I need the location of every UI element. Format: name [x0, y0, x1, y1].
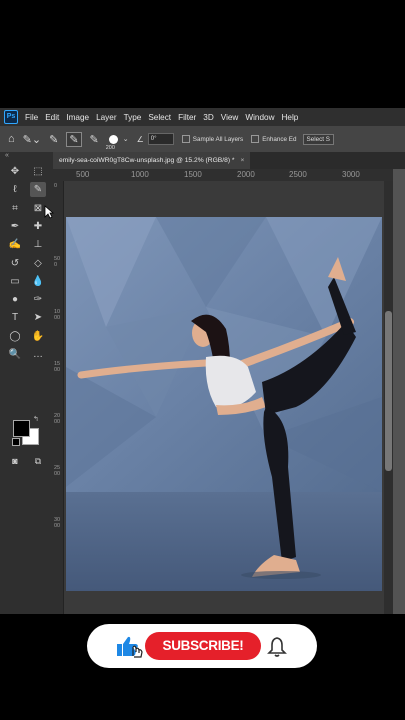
vertical-ruler: 0 500 1000 1500 2000 2500 3000: [53, 181, 64, 614]
swap-colors-icon[interactable]: ↰: [33, 415, 39, 423]
close-icon[interactable]: ×: [241, 157, 245, 164]
zoom-tool-icon[interactable]: 🔍: [7, 347, 23, 362]
document-tab-bar: emily-sea-coiWR0gT8Cw-unsplash.jpg @ 15.…: [53, 152, 405, 169]
menu-layer[interactable]: Layer: [96, 113, 116, 122]
menu-file[interactable]: File: [25, 113, 38, 122]
bell-icon[interactable]: [267, 636, 287, 658]
vertical-scrollbar[interactable]: [384, 181, 393, 614]
brush-size-value: 200: [105, 144, 115, 151]
enhance-edge-checkbox[interactable]: [251, 135, 260, 143]
panel-edge: [393, 169, 405, 614]
angle-field[interactable]: 0°: [147, 133, 174, 145]
ruler-tick: 1000: [131, 170, 149, 179]
new-selection-icon[interactable]: ✎: [49, 133, 58, 146]
menu-window[interactable]: Window: [245, 113, 274, 122]
gradient-tool-icon[interactable]: ▭: [7, 274, 23, 289]
menu-view[interactable]: View: [221, 113, 239, 122]
subscribe-overlay: SUBSCRIBE!: [87, 624, 317, 668]
sample-all-layers-checkbox[interactable]: [181, 135, 190, 143]
photoshop-logo: Ps: [4, 110, 18, 124]
crop-tool-icon[interactable]: ⌗: [7, 201, 23, 216]
ruler-tick: 1000: [54, 309, 61, 321]
history-brush-tool-icon[interactable]: ↺: [7, 256, 23, 271]
ruler-tick: 1500: [184, 170, 202, 179]
path-selection-tool-icon[interactable]: ➤: [30, 310, 46, 325]
shape-tool-icon[interactable]: ◯: [7, 329, 23, 344]
menu-filter[interactable]: Filter: [178, 113, 196, 122]
menu-edit[interactable]: Edit: [45, 113, 59, 122]
scrollbar-thumb[interactable]: [385, 311, 392, 471]
marquee-tool-icon[interactable]: ⬚: [30, 164, 46, 179]
eyedropper-tool-icon[interactable]: ✒: [7, 219, 23, 234]
menu-select[interactable]: Select: [148, 113, 171, 122]
collapse-icon[interactable]: «: [5, 152, 9, 159]
tool-preset-icon[interactable]: ✎⌄: [23, 133, 41, 146]
photo-dancer: [66, 217, 382, 591]
ruler-tick: 3000: [342, 170, 360, 179]
foreground-color-swatch[interactable]: [13, 420, 30, 437]
dodge-tool-icon[interactable]: ●: [7, 292, 23, 307]
options-bar: ⌂ ✎⌄ ✎ ✎ ✎ 200 ⌄ ∠ 0° Sample All Layers …: [0, 126, 405, 153]
menu-image[interactable]: Image: [66, 113, 89, 122]
tools-panel: « ✥ ⬚ ℓ ✎ ⌗ ⊠ ✒ ✚ ✍ ⊥ ↺ ◇ ▭ 💧 ● ✑ T ➤ ◯ ✋ 🔍… ↰ ◙ ⧉: [0, 152, 53, 614]
ruler-tick: 500: [54, 256, 61, 268]
ruler-tick: 2000: [237, 170, 255, 179]
select-subject-button[interactable]: Select S: [302, 133, 334, 145]
enhance-edge-label: Enhance Ed: [262, 135, 297, 143]
ruler-tick: 0: [54, 183, 58, 189]
menu-type[interactable]: Type: [124, 113, 142, 122]
ruler-tick: 1500: [54, 361, 61, 373]
mouse-cursor-icon: [44, 205, 54, 219]
document-tab-title: emily-sea-coiWR0gT8Cw-unsplash.jpg @ 15.…: [59, 157, 235, 164]
pen-tool-icon[interactable]: ✑: [30, 292, 46, 307]
eraser-tool-icon[interactable]: ◇: [30, 256, 46, 271]
menu-bar: Ps File Edit Image Layer Type Select Fil…: [0, 108, 405, 126]
ruler-tick: 2000: [54, 413, 61, 425]
document-image[interactable]: [66, 217, 382, 591]
quick-selection-tool-icon[interactable]: ✎: [30, 182, 46, 198]
add-to-selection-icon[interactable]: ✎: [66, 131, 82, 147]
default-colors-icon[interactable]: [12, 438, 20, 446]
spot-healing-tool-icon[interactable]: ✚: [30, 219, 46, 234]
subtract-selection-icon[interactable]: ✎: [90, 133, 99, 146]
menu-help[interactable]: Help: [281, 113, 298, 122]
hand-tool-icon[interactable]: ✋: [30, 329, 46, 344]
move-tool-icon[interactable]: ✥: [7, 164, 23, 179]
more-tools-icon[interactable]: …: [30, 347, 46, 362]
ruler-tick: 500: [76, 170, 90, 179]
type-tool-icon[interactable]: T: [7, 310, 23, 325]
chevron-down-icon[interactable]: ⌄: [123, 135, 129, 143]
blur-tool-icon[interactable]: 💧: [30, 274, 46, 289]
home-icon[interactable]: ⌂: [8, 133, 15, 145]
menu-3d[interactable]: 3D: [203, 113, 213, 122]
angle-icon: ∠: [136, 134, 144, 144]
thumbs-up-icon[interactable]: [115, 634, 145, 658]
quick-mask-icon[interactable]: ◙: [7, 454, 23, 469]
brush-tool-icon[interactable]: ✍: [7, 237, 23, 252]
sample-all-layers-label: Sample All Layers: [192, 135, 244, 143]
screen-mode-icon[interactable]: ⧉: [30, 454, 46, 469]
stamp-tool-icon[interactable]: ⊥: [30, 237, 46, 252]
ruler-tick: 3000: [54, 517, 61, 529]
brush-size-picker[interactable]: 200: [106, 134, 118, 151]
ruler-tick: 2500: [289, 170, 307, 179]
document-tab[interactable]: emily-sea-coiWR0gT8Cw-unsplash.jpg @ 15.…: [53, 152, 251, 169]
ruler-tick: 2500: [54, 465, 61, 477]
lasso-tool-icon[interactable]: ℓ: [7, 182, 23, 197]
subscribe-button[interactable]: SUBSCRIBE!: [145, 632, 261, 660]
